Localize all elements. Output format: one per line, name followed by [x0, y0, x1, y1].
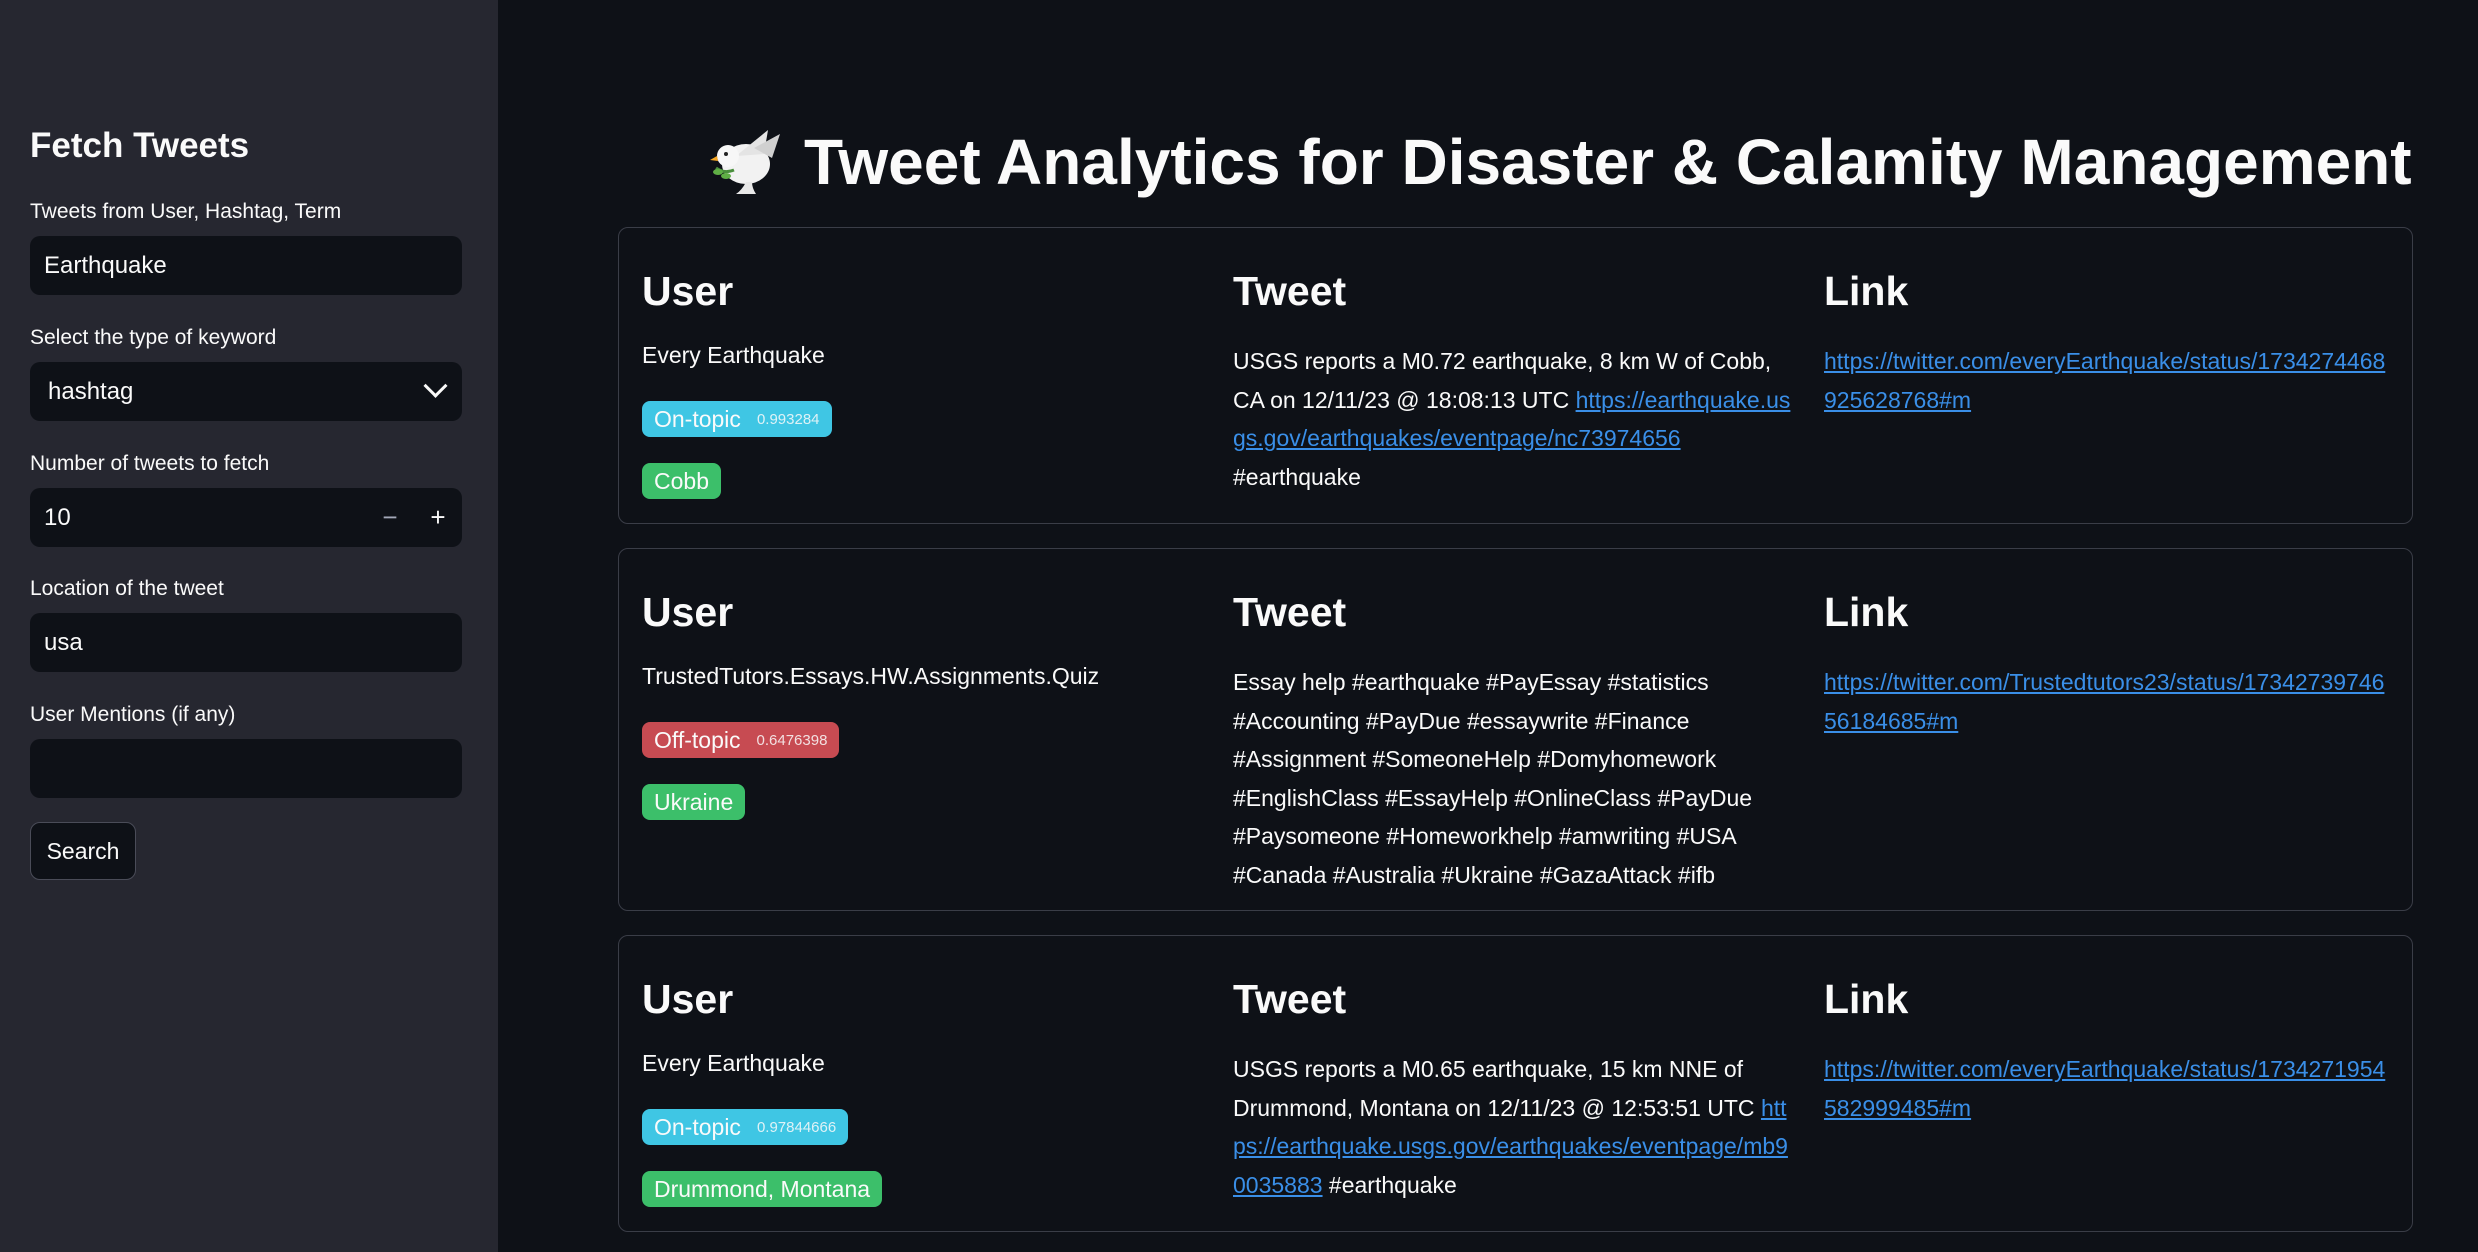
chevron-down-icon — [423, 373, 448, 398]
link-header: Link — [1824, 589, 1909, 635]
topic-score: 0.97844666 — [756, 1118, 837, 1136]
sidebar: Fetch Tweets Tweets from User, Hashtag, … — [0, 0, 498, 1252]
search-button[interactable]: Search — [30, 822, 136, 880]
tweet-link-container: https://twitter.com/Trustedtutors23/stat… — [1824, 663, 2394, 740]
tweet-link[interactable]: https://twitter.com/everyEarthquake/stat… — [1824, 348, 2385, 413]
tweet-hashtag: #earthquake — [1322, 1171, 1457, 1198]
user-name: TrustedTutors.Essays.HW.Assignments.Quiz — [642, 663, 1100, 689]
query-label: Tweets from User, Hashtag, Term — [30, 200, 342, 223]
link-header: Link — [1824, 976, 1909, 1022]
topic-score: 0.6476398 — [756, 731, 828, 749]
tweet-link[interactable]: https://twitter.com/everyEarthquake/stat… — [1824, 1056, 2385, 1121]
user-header: User — [642, 268, 734, 314]
count-label: Number of tweets to fetch — [30, 452, 270, 475]
keyword-type-label: Select the type of keyword — [30, 326, 277, 349]
user-header: User — [642, 589, 734, 635]
tweet-hashtag: #earthquake — [1233, 463, 1361, 490]
location-label: Location of the tweet — [30, 577, 224, 600]
user-header: User — [642, 976, 734, 1022]
location-badge: Ukraine — [642, 784, 746, 820]
topic-label: On-topic — [654, 405, 741, 432]
topic-badge: On-topic 0.993284 — [642, 401, 832, 437]
user-name: Every Earthquake — [642, 1050, 825, 1076]
tweet-link-container: https://twitter.com/everyEarthquake/stat… — [1824, 342, 2394, 419]
dove-icon — [710, 130, 780, 194]
topic-badge: Off-topic 0.6476398 — [642, 722, 840, 758]
tweet-card: User Every Earthquake On-topic 0.993284 … — [618, 227, 2413, 524]
page-title: Tweet Analytics for Disaster & Calamity … — [706, 124, 2412, 200]
query-input[interactable]: Earthquake — [30, 236, 462, 295]
tweet-header: Tweet — [1233, 976, 1347, 1022]
link-header: Link — [1824, 268, 1909, 314]
location-badge: Drummond, Montana — [642, 1171, 883, 1207]
topic-label: Off-topic — [654, 726, 741, 753]
mentions-label: User Mentions (if any) — [30, 703, 236, 726]
tweet-text: Essay help #earthquake #PayEssay #statis… — [1233, 663, 1793, 894]
location-input[interactable]: usa — [30, 613, 462, 672]
page-title-text: Tweet Analytics for Disaster & Calamity … — [804, 126, 2412, 198]
tweet-header: Tweet — [1233, 589, 1347, 635]
count-stepper[interactable]: 10 − + — [30, 488, 462, 547]
decrement-button[interactable]: − — [366, 488, 414, 547]
location-badge: Cobb — [642, 463, 721, 499]
tweet-header: Tweet — [1233, 268, 1347, 314]
tweet-link-container: https://twitter.com/everyEarthquake/stat… — [1824, 1050, 2394, 1127]
user-name: Every Earthquake — [642, 342, 825, 368]
tweet-link[interactable]: https://twitter.com/Trustedtutors23/stat… — [1824, 669, 2384, 734]
topic-label: On-topic — [654, 1113, 741, 1140]
sidebar-heading: Fetch Tweets — [30, 126, 250, 165]
tweet-card: User TrustedTutors.Essays.HW.Assignments… — [618, 548, 2413, 911]
increment-button[interactable]: + — [414, 488, 462, 547]
tweet-text: USGS reports a M0.65 earthquake, 15 km N… — [1233, 1050, 1793, 1204]
mentions-input[interactable] — [30, 739, 462, 798]
location-input-value: usa — [44, 628, 83, 656]
keyword-type-select[interactable]: hashtag — [30, 362, 462, 421]
tweet-card: User Every Earthquake On-topic 0.9784466… — [618, 935, 2413, 1232]
count-value[interactable]: 10 — [44, 504, 71, 532]
tweet-text-body: USGS reports a M0.65 earthquake, 15 km N… — [1233, 1056, 1761, 1121]
topic-badge: On-topic 0.97844666 — [642, 1109, 849, 1145]
keyword-type-value: hashtag — [48, 377, 134, 405]
query-input-value: Earthquake — [44, 251, 167, 279]
tweet-text: USGS reports a M0.72 earthquake, 8 km W … — [1233, 342, 1793, 496]
tweet-text-body: Essay help #earthquake #PayEssay #statis… — [1233, 669, 1753, 888]
topic-score: 0.993284 — [756, 410, 820, 428]
